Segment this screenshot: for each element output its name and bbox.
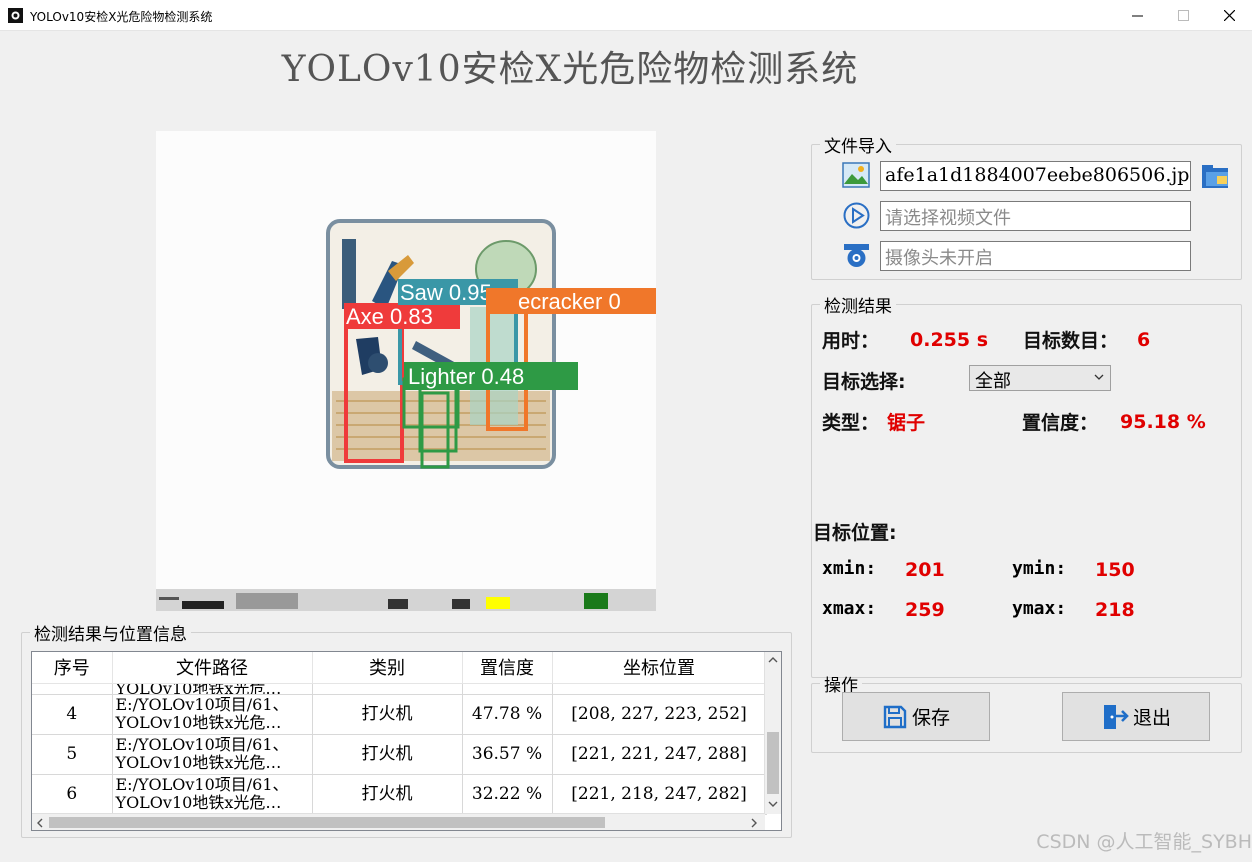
time-value: 0.255 s <box>910 329 989 351</box>
col-header-class[interactable]: 类别 <box>312 652 463 684</box>
window-titlebar: YOLOv10安检X光危险物检测系统 <box>0 0 1252 31</box>
ymin-label: ymin: <box>1012 558 1067 579</box>
folder-open-icon[interactable] <box>1201 162 1231 190</box>
time-label: 用时： <box>822 330 880 352</box>
save-button-label: 保存 <box>911 707 950 729</box>
video-play-icon[interactable] <box>843 202 870 229</box>
xmin-label: xmin: <box>822 558 877 579</box>
target-position-label: 目标位置: <box>813 522 897 544</box>
ymin-value: 150 <box>1095 559 1135 581</box>
type-label: 类型： <box>822 412 880 434</box>
video-file-field[interactable]: 请选择视频文件 <box>880 201 1191 231</box>
table-cell-coords: [208, 227, 223, 252] <box>552 694 767 735</box>
xray-image: Axe 0.83 Saw 0.95 ecracker 0 Lighter 0.4… <box>156 219 656 611</box>
count-label: 目标数目： <box>1023 330 1119 352</box>
maximize-button[interactable] <box>1160 0 1206 31</box>
col-header-coords[interactable]: 坐标位置 <box>552 652 767 684</box>
col-header-confidence[interactable]: 置信度 <box>462 652 553 684</box>
horizontal-scroll-thumb[interactable] <box>49 817 605 828</box>
xmax-value: 259 <box>905 599 945 621</box>
horizontal-scrollbar[interactable] <box>32 813 765 830</box>
xmin-value: 201 <box>905 559 945 581</box>
table-cell-coords: [221, 218, 247, 282] <box>552 774 767 815</box>
col-header-path[interactable]: 文件路径 <box>112 652 313 684</box>
ymax-value: 218 <box>1095 599 1135 621</box>
scroll-left-icon[interactable] <box>36 818 44 828</box>
close-button[interactable] <box>1206 0 1252 31</box>
table-row[interactable]: 5 E:/YOLOv10项目/61、 YOLOv10地铁x光危… 打火机 36.5… <box>32 734 767 775</box>
table-cell-path: YOLOv10地铁x光危… <box>112 683 313 695</box>
table-cell-class: 打火机 <box>312 734 463 775</box>
app-icon <box>8 8 23 23</box>
exit-button[interactable]: 退出 <box>1062 692 1210 741</box>
table-cell-confidence: 32.22 % <box>462 774 553 815</box>
scroll-right-icon[interactable] <box>750 818 758 828</box>
close-icon <box>1223 10 1235 21</box>
detection-label-firecracker: ecracker 0 <box>518 289 621 314</box>
table-cell-index: 6 <box>32 774 113 815</box>
vertical-scroll-thumb[interactable] <box>767 732 779 794</box>
watermark: CSDN @人工智能_SYBH <box>1036 831 1252 853</box>
table-row[interactable]: 6 E:/YOLOv10项目/61、 YOLOv10地铁x光危… 打火机 32.2… <box>32 774 767 815</box>
target-select-value: 全部 <box>975 371 1011 392</box>
table-cell-class: 打火机 <box>312 694 463 735</box>
detection-label-saw: Saw 0.95 <box>400 280 492 305</box>
chevron-down-icon <box>1094 374 1104 380</box>
table-cell-path: E:/YOLOv10项目/61、 YOLOv10地铁x光危… <box>112 694 313 735</box>
target-select-label: 目标选择: <box>822 371 906 393</box>
exit-icon <box>1103 704 1129 729</box>
detection-label-lighter: Lighter 0.48 <box>408 364 524 389</box>
table-row-partial[interactable]: YOLOv10地铁x光危… <box>32 683 767 695</box>
col-header-index[interactable]: 序号 <box>32 652 113 684</box>
app-title: YOLOv10安检X光危险物检测系统 <box>281 49 859 90</box>
scroll-up-icon[interactable] <box>768 656 778 664</box>
maximize-icon <box>1177 10 1189 21</box>
xmax-label: xmax: <box>822 598 877 619</box>
window-title: YOLOv10安检X光危险物检测系统 <box>30 10 213 24</box>
ymax-label: ymax: <box>1012 598 1067 619</box>
exit-button-label: 退出 <box>1132 707 1171 729</box>
table-cell-path: E:/YOLOv10项目/61、 YOLOv10地铁x光危… <box>112 774 313 815</box>
table-cell-confidence: 36.57 % <box>462 734 553 775</box>
table-cell-path: E:/YOLOv10项目/61、 YOLOv10地铁x光危… <box>112 734 313 775</box>
results-table-legend: 检测结果与位置信息 <box>34 625 187 645</box>
count-value: 6 <box>1137 329 1151 351</box>
table-cell-index: 5 <box>32 734 113 775</box>
xray-image-display: Axe 0.83 Saw 0.95 ecracker 0 Lighter 0.4… <box>156 131 656 611</box>
minimize-icon <box>1131 15 1143 17</box>
table-cell-coords: [221, 221, 247, 288] <box>552 734 767 775</box>
table-row[interactable]: 4 E:/YOLOv10项目/61、 YOLOv10地铁x光危… 打火机 47.7… <box>32 694 767 735</box>
confidence-label: 置信度： <box>1022 412 1099 434</box>
target-select[interactable]: 全部 <box>969 365 1111 392</box>
scroll-down-icon[interactable] <box>768 800 778 808</box>
results-table[interactable]: 序号 文件路径 类别 置信度 坐标位置 YOLOv10地铁x光危… 4 E:/Y… <box>31 651 782 831</box>
table-cell-class: 打火机 <box>312 774 463 815</box>
image-file-field[interactable]: afe1a1d1884007eebe806506.jpg <box>880 161 1191 191</box>
save-icon <box>883 705 907 728</box>
camera-icon[interactable] <box>843 243 870 269</box>
confidence-value: 95.18 % <box>1120 411 1206 433</box>
table-cell-index: 4 <box>32 694 113 735</box>
vertical-scrollbar[interactable] <box>764 652 781 814</box>
save-button[interactable]: 保存 <box>842 692 990 741</box>
detection-label-axe: Axe 0.83 <box>346 304 433 329</box>
minimize-button[interactable] <box>1114 0 1160 31</box>
image-icon[interactable] <box>842 162 870 188</box>
camera-field[interactable]: 摄像头未开启 <box>880 241 1191 271</box>
table-cell-confidence: 47.78 % <box>462 694 553 735</box>
type-value: 锯子 <box>887 412 926 434</box>
